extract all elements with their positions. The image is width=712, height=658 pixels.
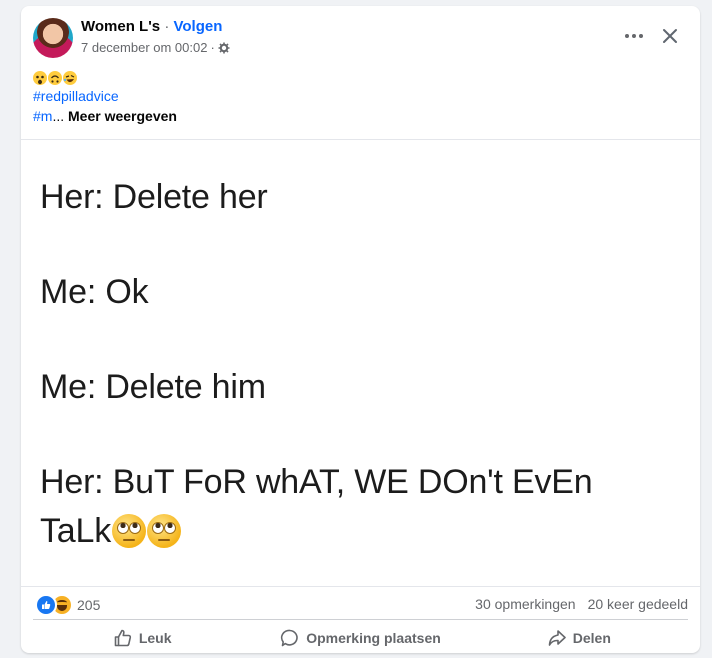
engagement-counts: 30 opmerkingen 20 keer gedeeld: [475, 596, 688, 612]
like-label: Leuk: [138, 630, 172, 646]
reaction-count: 205: [77, 597, 101, 613]
meme-line-1: Her: Delete her: [40, 178, 268, 216]
meme-line-3: Me: Delete him: [40, 368, 266, 406]
see-more-link[interactable]: Meer weergeven: [68, 108, 177, 124]
avatar[interactable]: [33, 18, 73, 58]
caption-emojis: [33, 69, 177, 86]
reaction-icons: [35, 594, 73, 616]
post-stats: 205 30 opmerkingen 20 keer gedeeld: [21, 588, 700, 616]
close-button[interactable]: [656, 22, 684, 50]
like-button[interactable]: Leuk: [33, 622, 251, 653]
reactions-summary[interactable]: 205: [35, 594, 100, 616]
post-caption: #redpilladvice #m... Meer weergeven: [33, 69, 177, 126]
hashtag-link[interactable]: #redpilladvice: [33, 88, 119, 104]
action-bar: Leuk Opmerking plaatsen Delen: [33, 619, 688, 653]
share-arrow-icon: [548, 630, 566, 646]
comments-count[interactable]: 30 opmerkingen: [475, 596, 575, 612]
rolling-eyes-icon: [147, 514, 182, 548]
meta-separator: ·: [210, 40, 215, 55]
share-label: Delen: [572, 630, 611, 646]
upside-down-emoji-icon: [48, 70, 62, 85]
author-line: Women L's · Volgen: [81, 18, 222, 35]
comment-bubble-icon: [281, 629, 298, 647]
astonished-emoji-icon: [33, 70, 47, 85]
gear-icon[interactable]: [218, 42, 230, 54]
post-image[interactable]: Her: Delete her Me: Ok Me: Delete him He…: [21, 139, 700, 587]
name-separator: ·: [164, 18, 170, 35]
share-button[interactable]: Delen: [470, 622, 688, 653]
meme-line-5: TaLk: [40, 512, 112, 550]
rofl-emoji-icon: [63, 70, 77, 85]
comment-button[interactable]: Opmerking plaatsen: [251, 622, 469, 653]
more-options-button[interactable]: [620, 22, 648, 50]
thumbs-up-icon: [114, 629, 131, 647]
more-horizontal-icon: [625, 34, 643, 38]
follow-button[interactable]: Volgen: [173, 18, 222, 35]
truncation-ellipsis: ...: [52, 108, 65, 124]
hashtag-link-truncated[interactable]: #m: [33, 108, 52, 124]
hashtag-line-2: #m... Meer weergeven: [33, 106, 177, 126]
post-card: Women L's · Volgen 7 december om 00:02 ·: [21, 6, 700, 653]
meme-line-2: Me: Ok: [40, 273, 149, 311]
shares-count[interactable]: 20 keer gedeeld: [588, 596, 688, 612]
post-meta: 7 december om 00:02 ·: [81, 40, 230, 55]
meme-line-4: Her: BuT FoR whAT, WE DOn't EvEn: [40, 463, 593, 501]
rolling-eyes-icon: [112, 514, 147, 548]
comment-label: Opmerking plaatsen: [306, 630, 441, 646]
meme-line-5-wrapper: TaLk: [40, 512, 182, 551]
hashtag-line-1: #redpilladvice: [33, 86, 177, 106]
post-header: Women L's · Volgen 7 december om 00:02 ·: [21, 6, 700, 64]
author-name[interactable]: Women L's: [81, 18, 160, 35]
like-reaction-icon: [35, 594, 57, 616]
post-timestamp[interactable]: 7 december om 00:02: [81, 40, 207, 55]
close-icon: [663, 29, 677, 43]
